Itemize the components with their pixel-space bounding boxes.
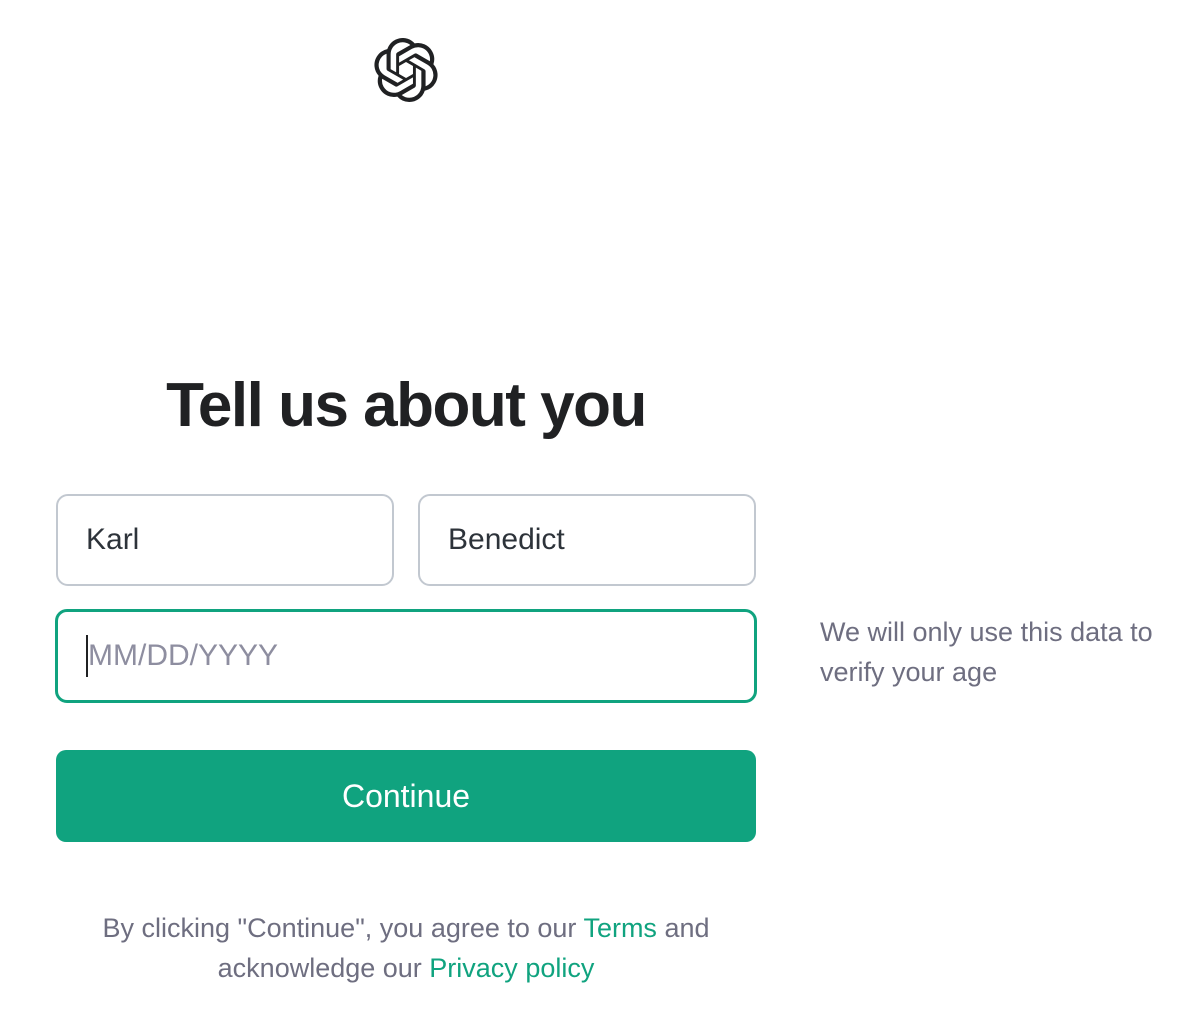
legal-text-before-terms: By clicking "Continue", you agree to our <box>102 913 584 943</box>
page-title: Tell us about you <box>166 371 647 440</box>
continue-button[interactable]: Continue <box>56 750 756 842</box>
last-name-field[interactable] <box>418 494 756 586</box>
last-name-input[interactable] <box>448 523 726 557</box>
birthday-input[interactable] <box>88 639 726 673</box>
terms-link[interactable]: Terms <box>583 913 657 943</box>
birthday-note: We will only use this data to verify you… <box>820 617 1153 687</box>
birthday-field[interactable] <box>55 609 757 703</box>
first-name-input[interactable] <box>86 523 364 557</box>
legal-notice: By clicking "Continue", you agree to our… <box>56 908 756 988</box>
privacy-policy-link[interactable]: Privacy policy <box>429 953 594 983</box>
first-name-field[interactable] <box>56 494 394 586</box>
openai-logo-icon <box>374 38 438 102</box>
